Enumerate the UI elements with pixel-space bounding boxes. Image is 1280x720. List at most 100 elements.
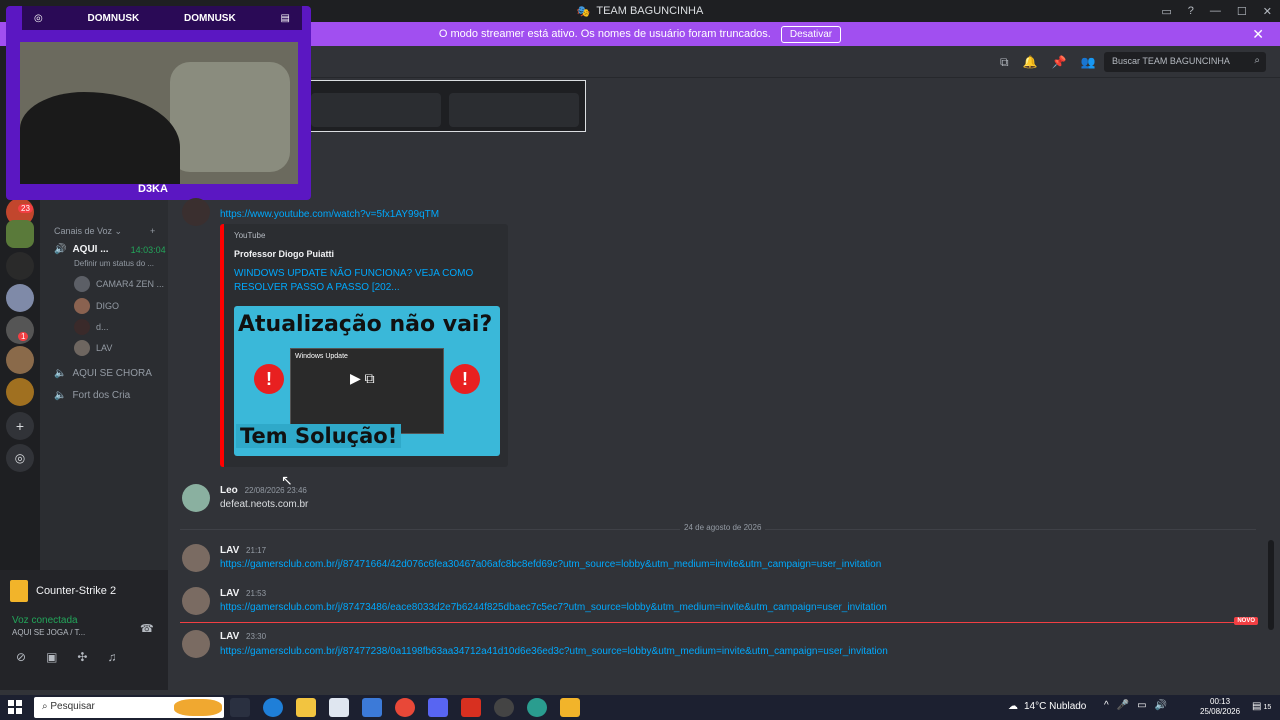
webcam-name: D3KA [138, 183, 168, 195]
voice-channel-active[interactable]: 🔊 AQUI ... 14:03:04 [54, 244, 166, 255]
thumbnail-window-title: Windows Update [295, 353, 348, 360]
volume-icon[interactable]: 🔊 [1155, 700, 1167, 711]
voice-user-name: CAMAR4 ZEN ... [96, 279, 165, 289]
avatar[interactable] [182, 587, 210, 615]
activity-row[interactable]: Counter-Strike 2 [10, 580, 116, 602]
chevron-up-icon[interactable]: ^ [1104, 700, 1109, 711]
message-timestamp: 21:17 [246, 546, 267, 555]
help-icon[interactable]: ? [1188, 5, 1194, 17]
maximize-button[interactable]: ☐ [1237, 5, 1247, 18]
members-icon[interactable]: 👥 [1080, 55, 1095, 70]
thumbnail-caption: Tem Solução! [236, 424, 402, 448]
threads-icon[interactable]: ⧉ [1000, 55, 1009, 70]
message-author[interactable]: LAV [220, 545, 239, 556]
voice-status: Voz conectada [12, 615, 78, 626]
webcam-handle: DOMNUSK [87, 12, 140, 24]
voice-user[interactable]: DIGO [74, 298, 119, 314]
discord-icon[interactable] [428, 698, 448, 717]
task-view-icon[interactable] [230, 698, 250, 717]
file-explorer-icon[interactable] [296, 698, 316, 717]
voice-channel-name: AQUI ... [72, 244, 109, 255]
thumbnail-caption: Atualização não vai? [238, 312, 493, 337]
pin-icon[interactable]: 📌 [1052, 55, 1067, 70]
message-link[interactable]: https://gamersclub.com.br/j/87473486/eac… [220, 602, 887, 613]
add-channel-icon[interactable]: + [150, 226, 155, 236]
message-link[interactable]: https://www.youtube.com/watch?v=5fx1AY99… [220, 209, 439, 220]
streamer-banner-text: O modo streamer está ativo. Os nomes de … [438, 28, 771, 40]
message-author[interactable]: Leo [220, 485, 238, 496]
microphone-icon[interactable]: 🎤 [1117, 700, 1129, 711]
obs-icon[interactable] [494, 698, 514, 717]
clock[interactable]: 00:13 25/08/2026 [1200, 697, 1240, 717]
noise-suppression-icon[interactable]: ⊘ [16, 650, 26, 664]
avatar [74, 276, 90, 292]
avatar[interactable] [182, 484, 210, 512]
message-text: defeat.neots.com.br [220, 499, 309, 510]
close-banner-icon[interactable]: ✕ [1252, 26, 1264, 43]
voice-category-header[interactable]: Canais de Voz ⌄ + [54, 226, 155, 237]
embed-author[interactable]: Professor Diogo Puiatti [234, 249, 334, 259]
embed-title[interactable]: WINDOWS UPDATE NÃO FUNCIONA? VEJA COMO R… [234, 267, 494, 295]
youtube-embed: YouTube Professor Diogo Puiatti WINDOWS … [220, 224, 508, 467]
edge-icon[interactable] [263, 698, 283, 717]
explore-icon[interactable]: ◎ [6, 444, 34, 472]
voice-channel[interactable]: 🔈 Fort dos Cria [54, 390, 130, 401]
server-icon-4[interactable] [6, 284, 34, 312]
taskbar-search[interactable]: ⌕ Pesquisar [34, 697, 224, 718]
play-icon[interactable]: ▶ ⧉ [350, 370, 390, 394]
camera-icon[interactable]: ▣ [46, 650, 57, 664]
avatar[interactable] [182, 630, 210, 658]
server-icon-6[interactable] [6, 346, 34, 374]
scrollbar-thumb[interactable] [1268, 540, 1274, 630]
voice-user[interactable]: d... [74, 319, 109, 335]
close-window-button[interactable]: ✕ [1263, 5, 1272, 18]
window-title: TEAM BAGUNCINHA [596, 5, 704, 17]
store-icon[interactable] [329, 698, 349, 717]
soundboard-icon[interactable]: ♫ [107, 650, 116, 664]
windows-start-icon[interactable] [8, 700, 22, 714]
disconnect-icon[interactable]: ☎ [140, 622, 154, 635]
set-status-text[interactable]: Definir um status do ... [74, 259, 154, 268]
mail-icon[interactable] [362, 698, 382, 717]
avatar[interactable] [182, 198, 210, 226]
avatar[interactable] [182, 544, 210, 572]
voice-user-name: d... [96, 322, 109, 332]
add-server-icon[interactable]: + [6, 412, 34, 440]
bell-icon[interactable]: 🔔 [1023, 55, 1038, 70]
new-messages-divider: NOVO [180, 617, 1258, 625]
notification-icon[interactable]: ▤ 15 [1252, 701, 1271, 712]
search-icon: ⌕ [1254, 55, 1260, 66]
message-author[interactable]: LAV [220, 588, 239, 599]
network-icon[interactable]: ▭ [1137, 700, 1146, 711]
voice-user[interactable]: LAV [74, 340, 112, 356]
chat-scrollbar[interactable] [1268, 80, 1274, 680]
message-header: LAV 23:30 [220, 631, 266, 642]
app-icon[interactable] [461, 698, 481, 717]
chrome-icon[interactable] [395, 698, 415, 717]
voice-channel[interactable]: 🔈 AQUI SE CHORA [54, 368, 152, 379]
message-link[interactable]: https://gamersclub.com.br/j/87477238/0a1… [220, 646, 888, 657]
message-author[interactable]: LAV [220, 631, 239, 642]
search-input[interactable]: Buscar TEAM BAGUNCINHA ⌕ [1104, 52, 1266, 72]
activities-icon[interactable]: ✣ [77, 650, 87, 664]
server-icon-2[interactable] [6, 220, 34, 248]
chat-header: ⧉ 🔔 📌 👥 Buscar TEAM BAGUNCINHA ⌕ [168, 46, 1280, 78]
server-icon-7[interactable] [6, 378, 34, 406]
embedded-image[interactable] [308, 80, 586, 132]
image-card [449, 93, 579, 127]
counter-strike-icon[interactable] [560, 698, 580, 717]
app-icon[interactable] [527, 698, 547, 717]
inbox-icon[interactable]: ▭ [1161, 5, 1171, 18]
message-timestamp: 23:30 [246, 632, 267, 641]
voice-category-label: Canais de Voz [54, 226, 113, 236]
voice-user[interactable]: CAMAR4 ZEN ... [74, 276, 164, 292]
weather-widget[interactable]: ☁ 14°C Nublado [1008, 701, 1086, 712]
minimize-button[interactable]: — [1210, 5, 1221, 17]
voice-connection[interactable]: Voz conectada AQUI SE JOGA / T... [12, 615, 85, 637]
disable-streamer-button[interactable]: Desativar [780, 25, 842, 43]
message-link[interactable]: https://gamersclub.com.br/j/87471664/42d… [220, 559, 881, 570]
video-thumbnail[interactable]: Atualização não vai? Windows Update ! ! … [234, 306, 500, 456]
search-placeholder: Buscar TEAM BAGUNCINHA [1112, 56, 1230, 66]
server-icon-3[interactable] [6, 252, 34, 280]
speaker-icon: 🔈 [54, 390, 67, 401]
